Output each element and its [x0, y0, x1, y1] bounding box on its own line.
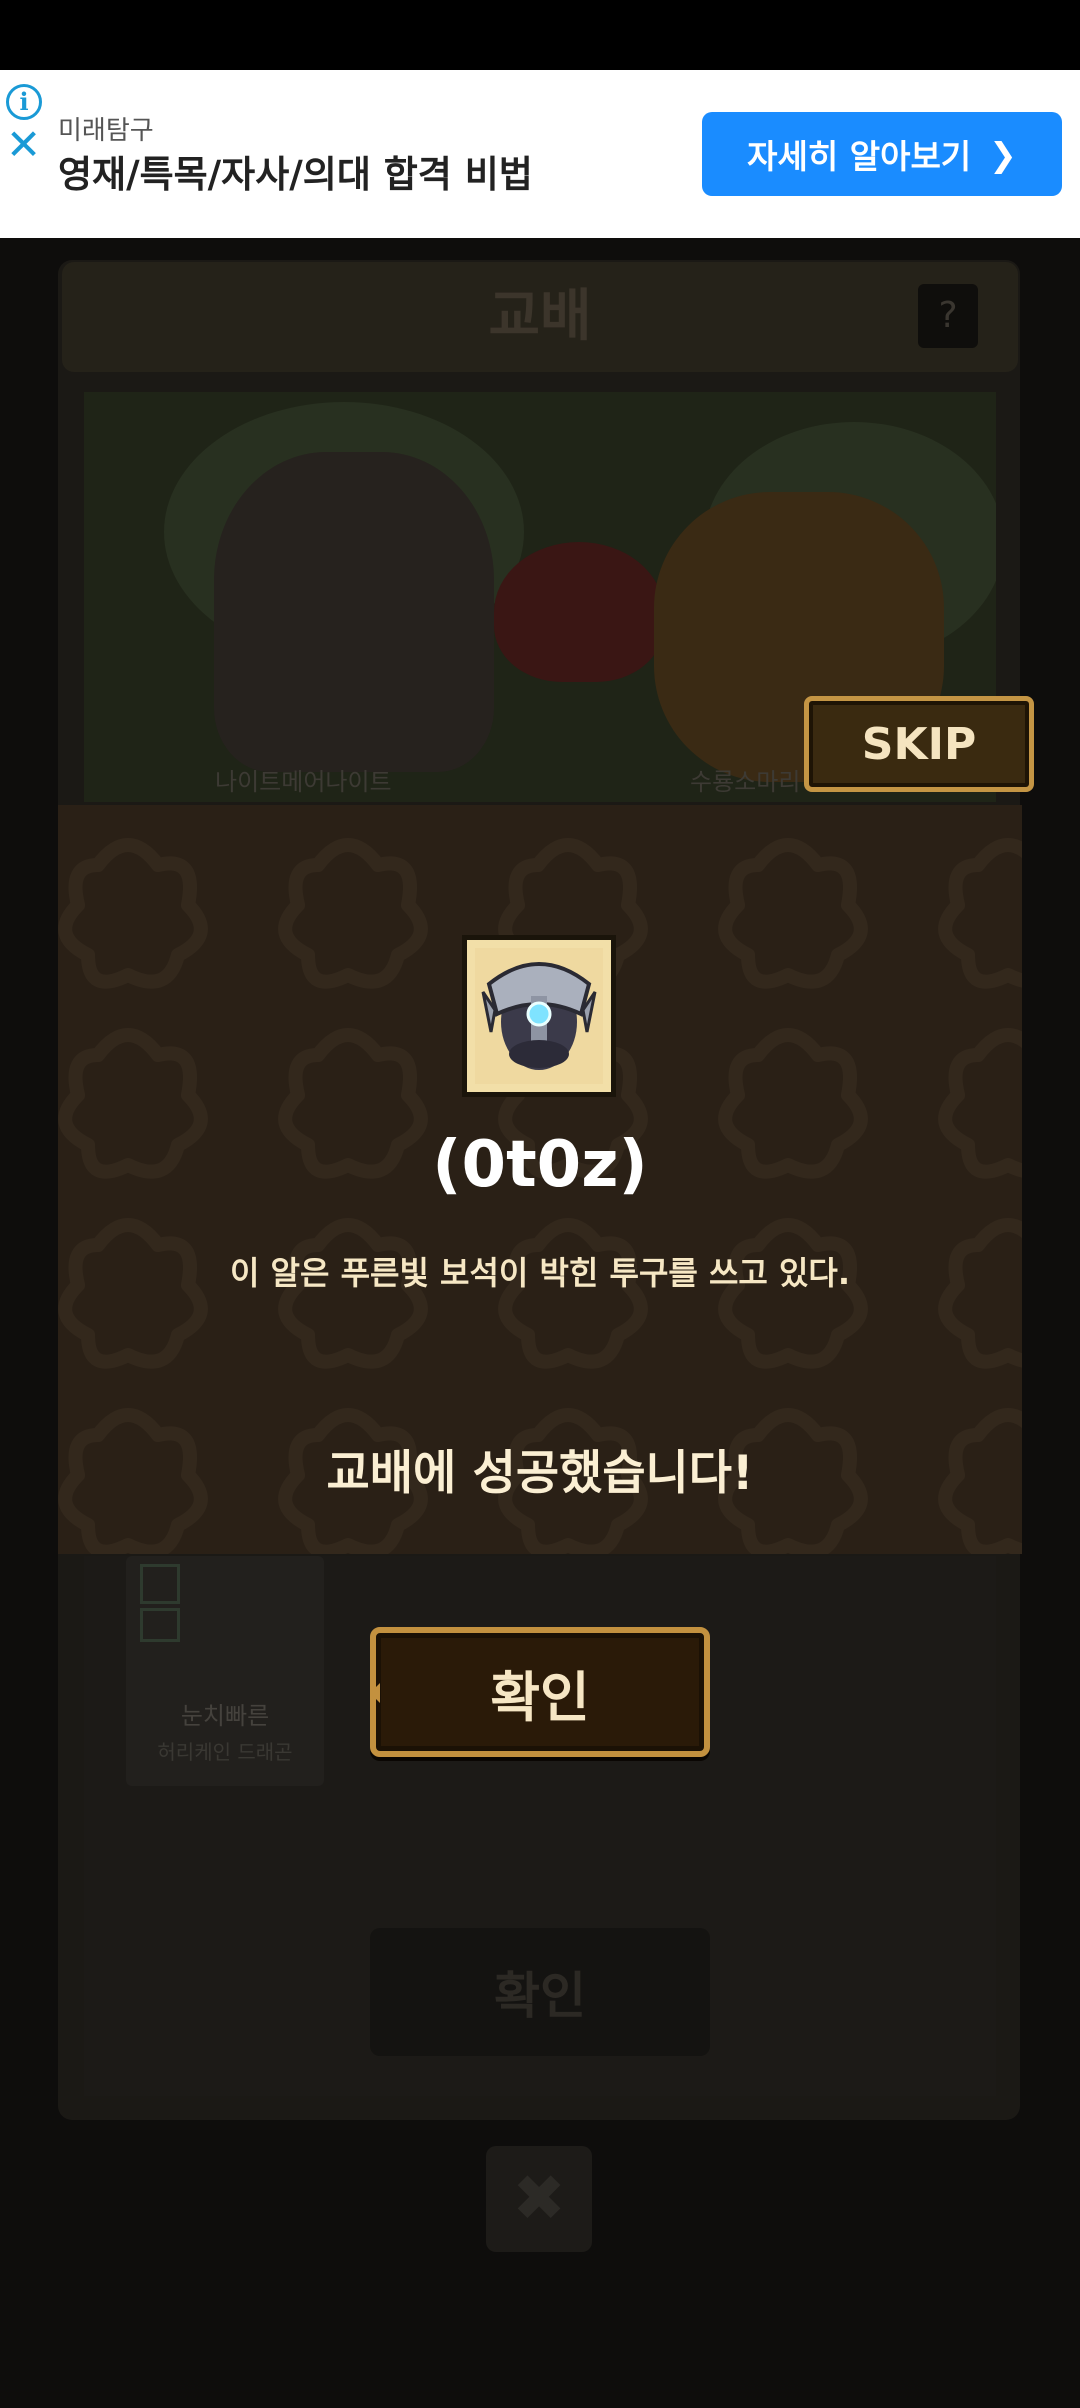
- status-bar: [0, 0, 1080, 70]
- confirm-button[interactable]: 확인: [370, 1627, 710, 1757]
- chevron-right-icon: ❯: [989, 134, 1017, 174]
- close-button[interactable]: ✖: [486, 2146, 592, 2252]
- egg-description: 이 알은 푸른빛 보석이 박힌 투구를 쓰고 있다.: [229, 1254, 851, 1292]
- ad-cta-label: 자세히 알아보기: [747, 137, 972, 176]
- dragon-parent-1: [214, 452, 494, 772]
- skip-button[interactable]: SKIP: [804, 696, 1034, 792]
- info-icon[interactable]: i: [6, 84, 42, 120]
- element-icon: [140, 1564, 180, 1604]
- ad-headline[interactable]: 영재/특목/자사/의대 합격 비법: [58, 144, 533, 198]
- ad-sponsor: 미래탐구: [58, 116, 154, 146]
- egg-name: (0t0z): [432, 1128, 648, 1202]
- child-dragon-card: 눈치빠른 허리케인 드래곤: [126, 1556, 324, 1786]
- parent-2-name: 수룡소마리: [690, 768, 801, 796]
- armored-egg-icon: [462, 935, 616, 1097]
- ad-cta-button[interactable]: 자세히 알아보기 ❯: [702, 112, 1062, 196]
- close-icon[interactable]: ✕: [6, 124, 41, 166]
- heart-icon: [494, 542, 664, 682]
- child-name: 눈치빠른: [180, 1702, 270, 1730]
- child-type: 허리케인 드래곤: [157, 1740, 293, 1764]
- element-icon: [140, 1608, 180, 1642]
- result-message: 교배에 성공했습니다!: [326, 1446, 754, 1501]
- confirm-button-disabled: 확인: [370, 1928, 710, 2056]
- ad-banner[interactable]: 미래탐구 영재/특목/자사/의대 합격 비법 자세히 알아보기 ❯: [0, 70, 1080, 238]
- parent-1-name: 나이트메어나이트: [215, 768, 392, 796]
- help-button[interactable]: ?: [918, 284, 978, 348]
